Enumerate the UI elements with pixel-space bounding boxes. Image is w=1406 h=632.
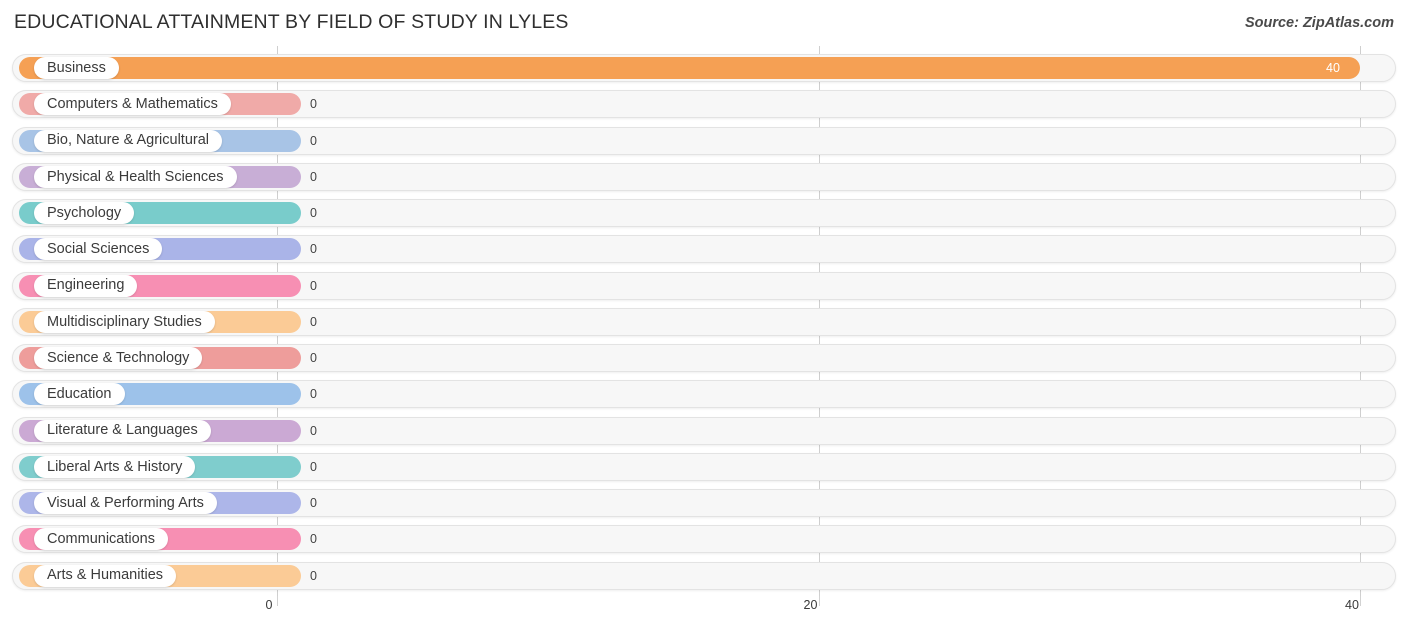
category-label: Literature & Languages bbox=[47, 422, 198, 439]
category-label-capsule: Science & Technology bbox=[34, 347, 203, 369]
table-row[interactable]: Education 0 bbox=[12, 380, 1396, 409]
axis-tickmark bbox=[1360, 596, 1361, 606]
category-label-capsule: Arts & Humanities bbox=[34, 564, 177, 587]
axis-tick-label: 40 bbox=[1345, 598, 1359, 612]
table-row[interactable]: Physical & Health Sciences 0 bbox=[12, 162, 1396, 191]
chart-header: EDUCATIONAL ATTAINMENT BY FIELD OF STUDY… bbox=[0, 0, 1406, 46]
category-label: Science & Technology bbox=[47, 349, 190, 366]
category-label: Physical & Health Sciences bbox=[47, 168, 224, 185]
category-label-capsule: Literature & Languages bbox=[34, 419, 211, 442]
value-label: 0 bbox=[310, 242, 317, 257]
chart-root: EDUCATIONAL ATTAINMENT BY FIELD OF STUDY… bbox=[0, 0, 1406, 632]
value-label: 0 bbox=[310, 169, 317, 184]
category-label: Computers & Mathematics bbox=[47, 96, 218, 112]
table-row[interactable]: Communications 0 bbox=[12, 525, 1396, 554]
value-label: 0 bbox=[310, 387, 317, 402]
value-label: 0 bbox=[310, 97, 317, 112]
table-row[interactable]: Science & Technology 0 bbox=[12, 344, 1396, 372]
table-row[interactable]: Arts & Humanities 0 bbox=[12, 561, 1396, 590]
category-label: Arts & Humanities bbox=[47, 567, 164, 584]
category-label-capsule: Engineering bbox=[34, 274, 138, 297]
table-row[interactable]: Multidisciplinary Studies 0 bbox=[12, 307, 1396, 336]
table-row[interactable]: Bio, Nature & Agricultural 0 bbox=[12, 126, 1396, 155]
category-label-capsule: Visual & Performing Arts bbox=[34, 492, 217, 514]
category-label: Bio, Nature & Agricultural bbox=[47, 132, 209, 149]
axis-tickmark bbox=[818, 596, 820, 606]
category-label: Communications bbox=[47, 531, 155, 547]
axis-tick-label: 20 bbox=[803, 598, 818, 612]
axis-tick-label: 0 bbox=[265, 598, 273, 612]
category-label: Education bbox=[47, 386, 112, 402]
table-row[interactable]: Engineering 0 bbox=[12, 271, 1396, 300]
category-label: Visual & Performing Arts bbox=[47, 494, 204, 511]
value-label: 0 bbox=[310, 278, 317, 293]
table-row[interactable]: Computers & Mathematics 0 bbox=[12, 90, 1396, 119]
category-label: Liberal Arts & History bbox=[47, 458, 183, 475]
value-label: 0 bbox=[310, 496, 317, 510]
axis-tickmark bbox=[277, 596, 278, 606]
table-row[interactable]: Business 40 bbox=[12, 54, 1396, 82]
value-label: 0 bbox=[310, 133, 317, 148]
table-row[interactable]: Liberal Arts & History 0 bbox=[12, 452, 1396, 481]
value-label: 0 bbox=[310, 314, 317, 329]
category-label: Multidisciplinary Studies bbox=[47, 313, 202, 330]
category-label-capsule: Education bbox=[34, 383, 125, 406]
value-label: 0 bbox=[310, 206, 317, 220]
category-label-capsule: Communications bbox=[34, 528, 168, 551]
category-label: Social Sciences bbox=[47, 241, 150, 257]
table-row[interactable]: Visual & Performing Arts 0 bbox=[12, 489, 1396, 517]
category-label-capsule: Physical & Health Sciences bbox=[34, 165, 237, 188]
value-label: 0 bbox=[310, 532, 317, 547]
category-label: Business bbox=[47, 59, 106, 76]
value-label: 40 bbox=[1326, 61, 1340, 75]
value-label: 0 bbox=[310, 568, 317, 583]
category-label: Engineering bbox=[47, 277, 125, 294]
table-row[interactable]: Literature & Languages 0 bbox=[12, 416, 1396, 445]
source-attribution: Source: ZipAtlas.com bbox=[1244, 15, 1394, 31]
value-label: 0 bbox=[310, 459, 317, 474]
page-title: EDUCATIONAL ATTAINMENT BY FIELD OF STUDY… bbox=[14, 11, 569, 33]
value-label: 0 bbox=[310, 423, 317, 438]
category-label-capsule: Multidisciplinary Studies bbox=[34, 310, 215, 333]
category-label-capsule: Computers & Mathematics bbox=[34, 93, 231, 116]
category-label-capsule: Bio, Nature & Agricultural bbox=[34, 129, 222, 152]
category-label-capsule: Psychology bbox=[34, 202, 135, 224]
x-axis: 0 20 40 bbox=[0, 596, 1406, 632]
table-row[interactable]: Psychology 0 bbox=[12, 199, 1396, 227]
category-label: Psychology bbox=[47, 204, 122, 221]
bar-rows: Business 40 Computers & Mathematics 0 Bio, N… bbox=[0, 46, 1406, 596]
table-row[interactable]: Social Sciences 0 bbox=[12, 235, 1396, 264]
category-label-capsule: Business bbox=[34, 57, 119, 79]
value-label: 0 bbox=[310, 351, 317, 365]
value-bar[interactable] bbox=[19, 57, 1360, 79]
category-label-capsule: Social Sciences bbox=[34, 238, 163, 261]
category-label-capsule: Liberal Arts & History bbox=[34, 455, 196, 478]
plot-area: Business 40 Computers & Mathematics 0 Bio, N… bbox=[0, 46, 1406, 596]
